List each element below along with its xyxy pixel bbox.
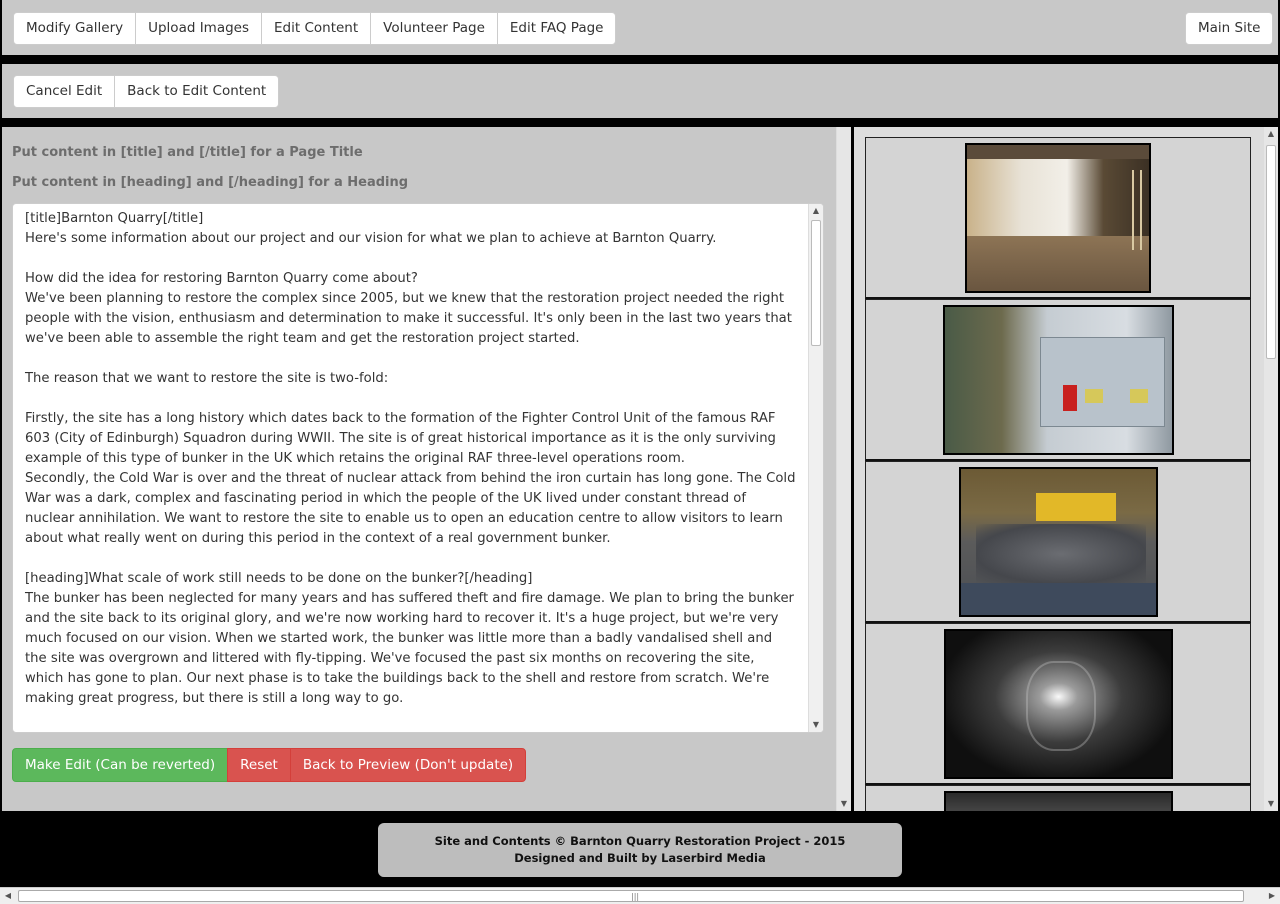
photo-corridor-partial[interactable] xyxy=(944,791,1173,811)
back-to-preview-button[interactable]: Back to Preview (Don't update) xyxy=(289,748,527,782)
left-panel-scroll-down-icon[interactable]: ▼ xyxy=(837,797,851,811)
cancel-edit-button[interactable]: Cancel Edit xyxy=(13,75,116,108)
edit-faq-page-button[interactable]: Edit FAQ Page xyxy=(496,12,617,45)
main-site-button[interactable]: Main Site xyxy=(1185,12,1274,45)
site-footer: Site and Contents © Barnton Quarry Resto… xyxy=(378,823,902,877)
reset-button[interactable]: Reset xyxy=(227,748,291,782)
gallery-item[interactable] xyxy=(865,299,1251,461)
title-hint: Put content in [title] and [/title] for … xyxy=(12,145,363,160)
gallery-scroll-up-icon[interactable]: ▲ xyxy=(1264,127,1278,141)
top-nav-bar: Modify Gallery Upload Images Edit Conten… xyxy=(2,0,1278,55)
credit-text: Designed and Built by Laserbird Media xyxy=(514,851,766,865)
gallery-panel: ▲ ▼ xyxy=(854,127,1278,811)
copyright-text: Site and Contents © Barnton Quarry Resto… xyxy=(434,834,846,848)
gallery-scroll-down-icon[interactable]: ▼ xyxy=(1264,797,1278,811)
heading-hint: Put content in [heading] and [/heading] … xyxy=(12,175,409,190)
gallery-item[interactable] xyxy=(865,623,1251,785)
textarea-scroll-thumb[interactable] xyxy=(811,220,821,346)
gallery-item[interactable] xyxy=(865,461,1251,623)
admin-nav-group: Modify Gallery Upload Images Edit Conten… xyxy=(13,12,617,45)
gallery-list xyxy=(865,137,1251,811)
gallery-item[interactable] xyxy=(865,785,1251,811)
modify-gallery-button[interactable]: Modify Gallery xyxy=(13,12,137,45)
edit-toolbar: Cancel Edit Back to Edit Content xyxy=(2,64,1278,118)
scroll-right-arrow-icon[interactable]: ▶ xyxy=(1264,888,1280,904)
scroll-down-arrow-icon[interactable]: ▼ xyxy=(809,718,823,732)
scroll-left-arrow-icon[interactable]: ◀ xyxy=(0,888,16,904)
back-to-edit-content-button[interactable]: Back to Edit Content xyxy=(114,75,280,108)
gallery-scroll-thumb[interactable] xyxy=(1266,145,1276,359)
scroll-up-arrow-icon[interactable]: ▲ xyxy=(809,204,823,218)
edit-nav-group: Cancel Edit Back to Edit Content xyxy=(13,75,280,108)
edit-content-button[interactable]: Edit Content xyxy=(261,12,372,45)
gallery-item[interactable] xyxy=(865,137,1251,299)
textarea-scrollbar[interactable]: ▲ ▼ xyxy=(808,204,823,732)
upload-images-button[interactable]: Upload Images xyxy=(135,12,263,45)
page-horizontal-scrollbar[interactable]: ◀ ||| ▶ xyxy=(0,887,1280,904)
make-edit-button[interactable]: Make Edit (Can be reverted) xyxy=(12,748,229,782)
volunteer-page-button[interactable]: Volunteer Page xyxy=(370,12,498,45)
gallery-scrollbar[interactable]: ▲ ▼ xyxy=(1263,127,1278,811)
photo-room-renovation[interactable] xyxy=(965,143,1151,293)
edit-action-group: Make Edit (Can be reverted) Reset Back t… xyxy=(12,748,527,782)
horizontal-scroll-thumb[interactable]: ||| xyxy=(18,890,1244,902)
content-textarea-text[interactable]: [title]Barnton Quarry[/title] Here's som… xyxy=(25,209,797,709)
left-panel-scrollbar[interactable]: ▼ xyxy=(836,127,851,811)
content-textarea[interactable]: [title]Barnton Quarry[/title] Here's som… xyxy=(12,203,824,733)
photo-tunnel-bw[interactable] xyxy=(944,629,1173,779)
photo-rubble-skip[interactable] xyxy=(959,467,1158,617)
content-editor-panel: Put content in [title] and [/title] for … xyxy=(2,127,851,811)
photo-electrical-cabinets[interactable] xyxy=(943,305,1174,455)
